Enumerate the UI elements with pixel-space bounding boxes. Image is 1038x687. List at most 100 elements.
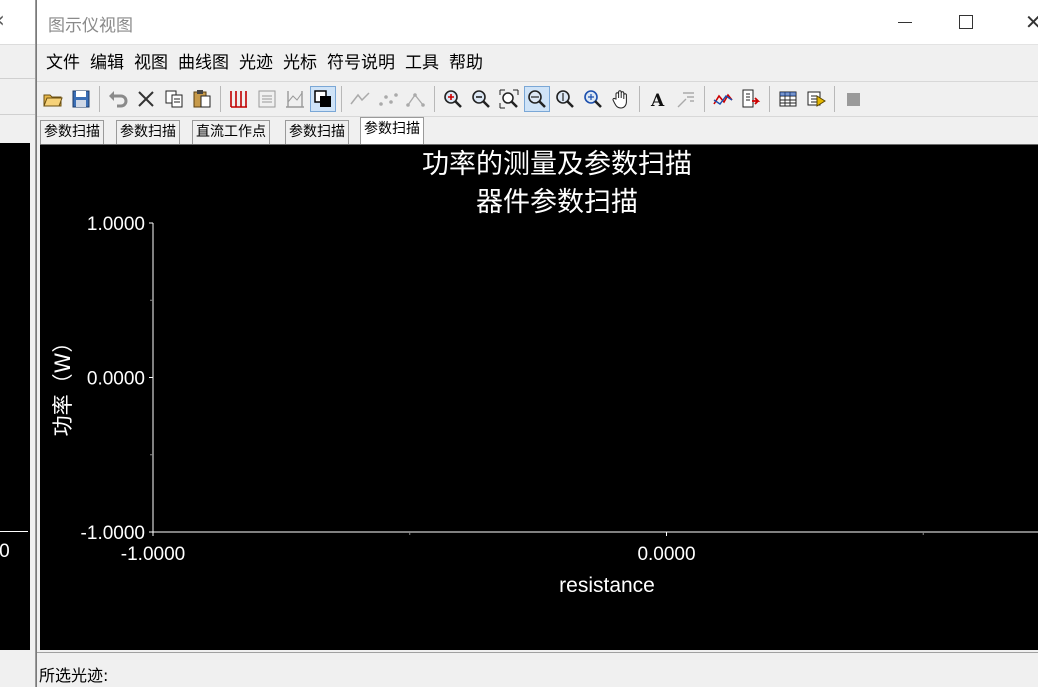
- chart-axes: [152, 223, 1038, 533]
- trace-icon: [713, 93, 733, 105]
- open-button[interactable]: [40, 86, 66, 112]
- zoom-out-button[interactable]: [468, 86, 494, 112]
- menu-edit[interactable]: 编辑: [85, 45, 129, 81]
- menu-help[interactable]: 帮助: [444, 45, 488, 81]
- toolbar-separator: [834, 86, 835, 112]
- chart[interactable]: 功率的测量及参数扫描 器件参数扫描 1.0000 0.0000 -1.0000-1.…: [40, 145, 1038, 651]
- menu-cursor[interactable]: 光标: [278, 45, 322, 81]
- y-axis-label: 功率（W）: [51, 332, 75, 437]
- tab-dc-operating-point[interactable]: 直流工作点: [192, 120, 270, 144]
- maximize-button[interactable]: [945, 8, 985, 36]
- svg-text:A: A: [650, 91, 665, 110]
- zoom-xy-button[interactable]: [580, 86, 606, 112]
- line-icon: [350, 92, 370, 105]
- x-tick-label: -1.0000: [121, 544, 185, 565]
- legend-button[interactable]: [254, 86, 280, 112]
- minimize-icon: [898, 22, 912, 23]
- zoom-y-icon: [556, 90, 574, 108]
- background-toolbar: [0, 80, 35, 115]
- zoom-x-button[interactable]: [524, 86, 550, 112]
- window-title: 图示仪视图: [48, 16, 133, 36]
- export-icon: [742, 89, 761, 108]
- zoom-in-icon: [444, 90, 462, 108]
- cursor-icon: [286, 91, 304, 108]
- menu-file[interactable]: 文件: [41, 45, 85, 81]
- copy-button[interactable]: [161, 86, 187, 112]
- delete-button[interactable]: [133, 86, 159, 112]
- titlebar: 图示仪视图 ✕: [37, 0, 1038, 45]
- background-plot-tick-label: 000: [0, 541, 10, 562]
- zoom-out-icon: [472, 90, 490, 108]
- background-titlebar: ‹: [0, 0, 35, 45]
- overlay-button[interactable]: [310, 86, 336, 112]
- menu-legend[interactable]: 符号说明: [322, 45, 400, 81]
- selected-trace-label: 所选光迹:: [39, 666, 109, 685]
- tab-parameter-sweep-3[interactable]: 参数扫描: [285, 120, 349, 144]
- stop-icon: [847, 93, 860, 106]
- close-button[interactable]: ✕: [1011, 8, 1038, 36]
- close-icon: ✕: [1025, 10, 1038, 34]
- y-tick-label: -1.0000: [81, 523, 145, 544]
- dots-icon: [379, 93, 398, 106]
- zoom-xy-icon: [584, 90, 602, 108]
- background-plot-axis: [0, 531, 28, 532]
- line-dots-style-button[interactable]: [403, 86, 429, 112]
- delete-icon: [138, 91, 154, 107]
- save-icon: [72, 90, 90, 108]
- y-tick-label: 1.0000: [87, 214, 145, 235]
- minimize-button[interactable]: [885, 8, 925, 36]
- grapher-window: 图示仪视图 ✕ 文件 编辑 视图 曲线图 光迹 光标 符号说明 工具 帮助 A …: [36, 0, 1038, 687]
- trace-button[interactable]: [710, 86, 736, 112]
- undo-icon: [109, 91, 128, 108]
- open-folder-icon: [43, 94, 63, 107]
- line-style-button[interactable]: [347, 86, 373, 112]
- zoom-full-icon: [499, 89, 519, 109]
- table-icon: [779, 91, 797, 107]
- stop-button[interactable]: [840, 86, 866, 112]
- zoom-full-button[interactable]: [496, 86, 522, 112]
- line-dots-icon: [406, 93, 425, 107]
- toolbar-separator: [704, 86, 705, 112]
- tab-parameter-sweep-1[interactable]: 参数扫描: [40, 120, 104, 144]
- dots-style-button[interactable]: [375, 86, 401, 112]
- toolbar-separator: [434, 86, 435, 112]
- background-tabbar: [0, 115, 35, 143]
- undo-button[interactable]: [105, 86, 131, 112]
- graph-area[interactable]: 功率的测量及参数扫描 器件参数扫描 1.0000 0.0000 -1.0000 -1.…: [40, 144, 1038, 650]
- cursor-button[interactable]: [282, 86, 308, 112]
- x-axis-label: resistance: [559, 574, 655, 597]
- text-button[interactable]: A: [645, 86, 671, 112]
- toolbar-separator: [639, 86, 640, 112]
- grid-icon: [230, 91, 247, 108]
- chart-ticks: 1.00000.0000-1.0000-1.00000.00001.0000: [81, 214, 924, 565]
- pan-hand-icon: [612, 90, 627, 109]
- chevron-left-icon[interactable]: ‹: [0, 8, 5, 33]
- menu-tools[interactable]: 工具: [400, 45, 444, 81]
- transfer-button[interactable]: [803, 86, 829, 112]
- menu-trace[interactable]: 光迹: [234, 45, 278, 81]
- chart-title: 功率的测量及参数扫描: [422, 149, 692, 180]
- tab-bar: 参数扫描 参数扫描 直流工作点 参数扫描 参数扫描: [37, 116, 1038, 145]
- save-button[interactable]: [68, 86, 94, 112]
- zoom-y-button[interactable]: [552, 86, 578, 112]
- zoom-x-icon: [528, 90, 546, 108]
- zoom-in-button[interactable]: [440, 86, 466, 112]
- grid-button[interactable]: [226, 86, 252, 112]
- status-bar: 所选光迹:: [37, 652, 1038, 687]
- copy-icon: [165, 90, 183, 108]
- annotation-button[interactable]: [673, 86, 699, 112]
- x-tick-label: 0.0000: [637, 544, 695, 565]
- background-window: ‹ 000: [0, 0, 36, 687]
- overlay-icon: [314, 90, 331, 107]
- tab-parameter-sweep-4[interactable]: 参数扫描: [360, 117, 424, 145]
- pan-button[interactable]: [608, 86, 634, 112]
- chart-subtitle: 器件参数扫描: [476, 187, 638, 218]
- annotation-icon: [677, 92, 694, 108]
- table-button[interactable]: [775, 86, 801, 112]
- menu-graph[interactable]: 曲线图: [173, 45, 234, 81]
- legend-icon: [258, 90, 276, 108]
- tab-parameter-sweep-2[interactable]: 参数扫描: [116, 120, 180, 144]
- paste-button[interactable]: [189, 86, 215, 112]
- export-button[interactable]: [738, 86, 764, 112]
- menu-view[interactable]: 视图: [129, 45, 173, 81]
